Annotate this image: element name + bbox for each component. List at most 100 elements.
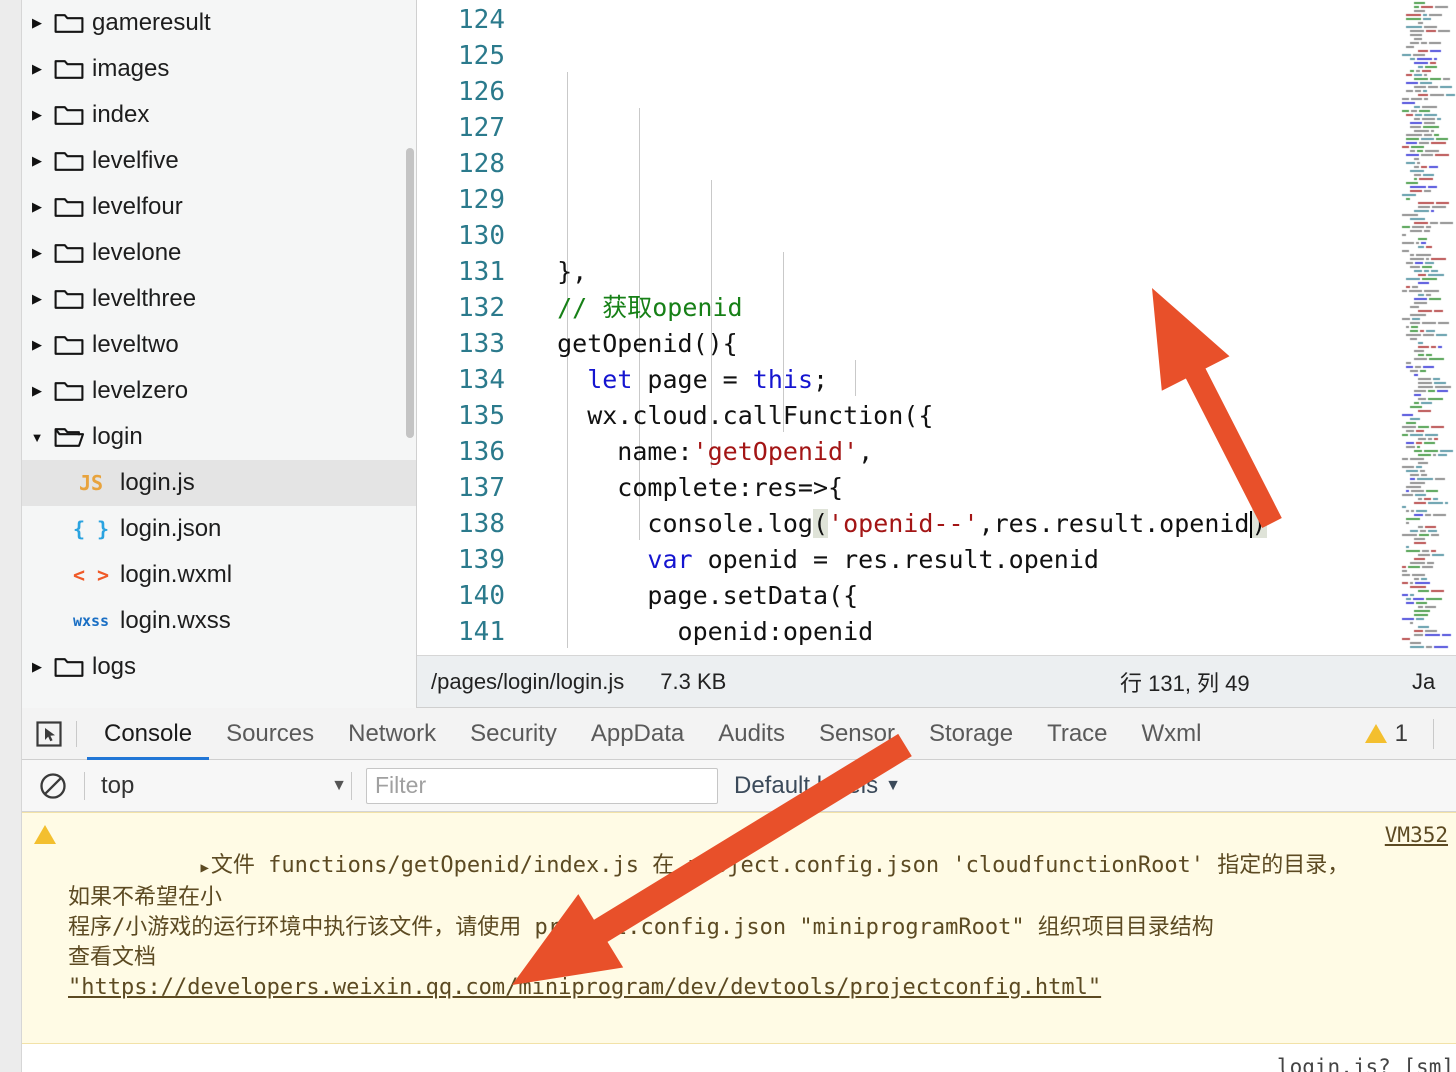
warning-source-link[interactable]: VM352 [1385, 823, 1448, 847]
code-token: getOpenid(){ [527, 329, 738, 358]
code-line[interactable]: name:'getOpenid', [527, 434, 1456, 470]
chevron-right-icon[interactable] [22, 107, 52, 123]
code-token: page.setData({ [527, 581, 859, 610]
tree-item-gameresult[interactable]: gameresult [22, 0, 416, 46]
console-log-row-blank[interactable]: login.js? [sm] [22, 1044, 1456, 1072]
console-warning-message[interactable]: 文件 functions/getOpenid/index.js 在 projec… [22, 812, 1456, 1044]
tree-item-login-js[interactable]: JS login.js [22, 460, 416, 506]
chevron-right-icon[interactable] [22, 199, 52, 215]
chevron-right-icon[interactable] [22, 291, 52, 307]
code-token: ,res.result.openid [978, 509, 1250, 538]
tab-storage[interactable]: Storage [912, 708, 1030, 760]
tree-item-label: levelzero [92, 377, 189, 404]
chevron-right-icon[interactable] [22, 61, 52, 77]
tree-item-login[interactable]: login [22, 414, 416, 460]
tree-item-index[interactable]: index [22, 92, 416, 138]
tab-security[interactable]: Security [453, 708, 574, 760]
tree-item-login-wxss[interactable]: wxss login.wxss [22, 598, 416, 644]
tab-audits[interactable]: Audits [701, 708, 802, 760]
code-token: page = [632, 365, 753, 394]
console-levels-label: Default levels [734, 771, 879, 799]
line-number: 132 [458, 293, 505, 323]
code-line[interactable]: wx.cloud.callFunction({ [527, 398, 1456, 434]
tree-item-levelfive[interactable]: levelfive [22, 138, 416, 184]
folder-icon [52, 287, 86, 311]
tab-label: Network [348, 719, 437, 747]
warning-disclosure-triangle-icon[interactable] [200, 853, 210, 878]
chevron-right-icon[interactable] [22, 659, 52, 675]
code-line[interactable]: var openid = res.result.openid [527, 542, 1456, 578]
file-explorer[interactable]: gameresult images index levelfive levelfour l… [22, 0, 417, 708]
code-token: name: [527, 437, 693, 466]
console-filter-bar[interactable]: top ▼ Default levels ▼ [22, 760, 1456, 812]
chevron-right-icon[interactable] [22, 153, 52, 169]
tree-item-images[interactable]: images [22, 46, 416, 92]
console-filter-input[interactable] [366, 767, 718, 804]
tree-item-leveltwo[interactable]: leveltwo [22, 322, 416, 368]
code-line[interactable]: complete:res=>{ [527, 470, 1456, 506]
line-number: 128 [458, 149, 505, 179]
json-file-icon: { } [72, 517, 110, 541]
console-context-select[interactable]: top ▼ [101, 768, 351, 804]
tree-item-label: levelfour [92, 193, 183, 220]
tab-label: Wxml [1141, 719, 1202, 747]
chevron-down-icon[interactable] [22, 430, 52, 445]
console-levels-dropdown[interactable]: Default levels ▼ [734, 772, 901, 800]
code-content[interactable]: }, // 获取openid getOpenid(){ let page = t… [527, 0, 1456, 708]
clear-console-icon[interactable] [22, 771, 84, 801]
chevron-right-icon[interactable] [22, 383, 52, 399]
tab-trace[interactable]: Trace [1030, 708, 1124, 760]
tab-sensor[interactable]: Sensor [802, 708, 912, 760]
folder-icon [52, 379, 86, 403]
code-line[interactable]: page.setData({ [527, 578, 1456, 614]
code-line[interactable]: let page = this; [527, 362, 1456, 398]
line-number: 138 [458, 509, 505, 539]
tab-console[interactable]: Console [87, 708, 210, 760]
tree-item-levelfour[interactable]: levelfour [22, 184, 416, 230]
warning-line-3: 查看文档 [68, 945, 157, 970]
code-line[interactable]: console.log('openid--',res.result.openid… [527, 506, 1456, 542]
chevron-down-icon: ▼ [885, 776, 901, 794]
inspect-element-icon[interactable] [26, 711, 72, 757]
chevron-right-icon[interactable] [22, 337, 52, 353]
tab-appdata[interactable]: AppData [574, 708, 701, 760]
explorer-scrollbar[interactable] [406, 148, 414, 438]
console-message-list[interactable]: 文件 functions/getOpenid/index.js 在 projec… [22, 812, 1456, 1072]
chevron-right-icon[interactable] [22, 245, 52, 261]
tree-item-levelthree[interactable]: levelthree [22, 276, 416, 322]
editor-minimap[interactable] [1400, 0, 1456, 654]
code-token: wx.cloud.callFunction({ [527, 401, 934, 430]
status-file-path: /pages/login/login.js [431, 668, 625, 694]
chevron-right-icon[interactable] [22, 15, 52, 31]
tree-item-login-wxml[interactable]: < > login.wxml [22, 552, 416, 598]
devtools-tabbar[interactable]: Console Sources Network Security AppData Audi… [22, 708, 1456, 760]
code-token: let [587, 365, 633, 394]
code-token: var [647, 545, 693, 574]
tab-network[interactable]: Network [331, 708, 453, 760]
tree-item-logs[interactable]: logs [22, 644, 416, 690]
code-editor[interactable]: 124 125 126 127 128 129 130 131 132 133 134 135 136 1… [417, 0, 1456, 708]
file-tree[interactable]: gameresult images index levelfive levelfour l… [22, 0, 416, 690]
tree-item-label: login.json [120, 515, 222, 542]
warning-count-badge[interactable]: 1 [1364, 720, 1408, 748]
code-line[interactable]: }, [527, 254, 1456, 290]
code-line[interactable]: openid:openid [527, 614, 1456, 650]
warning-triangle-icon [1364, 724, 1387, 743]
status-language[interactable]: Ja [1412, 669, 1435, 695]
tab-wxml[interactable]: Wxml [1125, 708, 1219, 760]
code-line[interactable]: getOpenid(){ [527, 326, 1456, 362]
code-token: ; [813, 365, 829, 394]
tree-item-login-json[interactable]: { } login.json [22, 506, 416, 552]
code-token: openid = res.result.openid [692, 545, 1099, 574]
code-line[interactable]: // 获取openid [527, 290, 1456, 326]
line-number: 137 [458, 473, 505, 503]
tree-item-levelzero[interactable]: levelzero [22, 368, 416, 414]
console-source-link-blank[interactable]: login.js? [sm] [1277, 1055, 1454, 1072]
warning-line-1: 文件 functions/getOpenid/index.js 在 projec… [68, 853, 1350, 910]
tab-sources[interactable]: Sources [209, 708, 331, 760]
warning-doc-link[interactable]: "https://developers.weixin.qq.com/minipr… [68, 975, 1101, 1000]
tab-label: Sources [226, 719, 315, 747]
tree-item-levelone[interactable]: levelone [22, 230, 416, 276]
